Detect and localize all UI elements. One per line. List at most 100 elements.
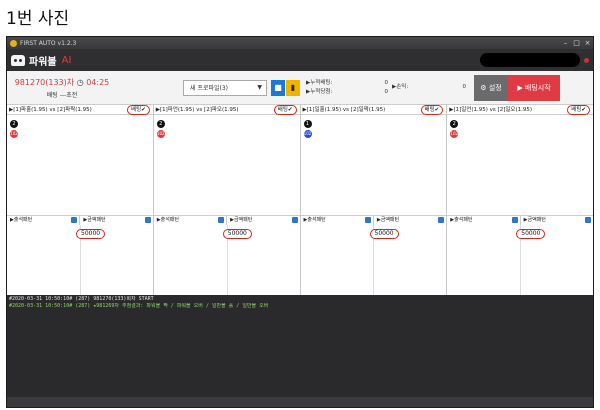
robot-icon	[11, 54, 25, 66]
edit-icon[interactable]	[585, 217, 591, 223]
marker-number: 1	[303, 120, 312, 128]
edit-icon[interactable]	[71, 217, 78, 223]
bet-button[interactable]: 배팅✔	[567, 105, 590, 115]
amount-value[interactable]: 50000	[369, 229, 399, 239]
marker-number: 2	[10, 120, 18, 128]
clock-icon: ◷	[76, 77, 84, 87]
amount-value[interactable]: 50000	[76, 229, 106, 239]
app-window: FIRST AUTO v1.2.3 – □ × 파워볼 AI 981270(13…	[6, 36, 594, 408]
amount-value[interactable]: 50000	[516, 229, 546, 239]
log-line: #2020-03-31 10:50:10# (287) 981270(133)회…	[9, 296, 154, 302]
delete-button[interactable]: ▮	[286, 79, 300, 96]
marker-result: 102	[303, 130, 312, 138]
tab-attendance-pattern[interactable]: ▶출석패턴	[154, 216, 226, 225]
bet-countdown: 배팅 ---초전	[46, 91, 78, 99]
pattern-area: ▶출석패턴 ▶금액패턴 50000	[7, 215, 153, 295]
panel-header: ▶[1]파홀(1.95) vs [2]파짝(1.95) 배팅✔	[7, 105, 153, 115]
round-number: 981270(133)차	[14, 77, 75, 87]
bet-button[interactable]: 배팅✔	[273, 105, 297, 115]
result-markers: 2 102	[156, 120, 165, 138]
log-console[interactable]: #2020-03-31 10:50:10# (287) 981270(133)회…	[7, 295, 593, 397]
tab-amount-pattern[interactable]: ▶금액패턴	[519, 216, 593, 225]
edit-icon[interactable]	[218, 217, 225, 223]
result-markers: 2 102	[450, 120, 459, 138]
panel-header: ▶[1]파언(1.95) vs [2]파오(1.95) 배팅✔	[153, 105, 300, 115]
app-header: 파워볼 AI	[7, 49, 593, 71]
ai-label: AI	[61, 54, 72, 66]
edit-icon[interactable]	[511, 217, 518, 223]
app-name: 파워볼	[29, 56, 57, 68]
app-logo-icon	[10, 39, 17, 47]
result-markers: 1 102	[303, 120, 312, 138]
bet-button[interactable]: 배팅✔	[420, 105, 444, 115]
cumulative-stats: ▶누적배팅: 0 ▶누적당첨: 0	[306, 79, 388, 97]
redacted-area	[480, 53, 580, 67]
tab-amount-pattern[interactable]: ▶금액패턴	[372, 216, 446, 225]
tab-attendance-pattern[interactable]: ▶출석패턴	[7, 216, 79, 225]
save-button[interactable]: ■	[271, 79, 285, 96]
panel-title: ▶[1]파언(1.95) vs [2]파오(1.95)	[155, 107, 239, 113]
panel-header: ▶[1]일홀(1.95) vs [2]일짝(1.95) 배팅✔	[300, 105, 447, 115]
stat-row: ▶누적당첨: 0	[306, 88, 388, 97]
stat-row: ▶누적배팅: 0	[306, 79, 388, 88]
marker-result: 102	[10, 130, 18, 138]
result-markers: 2 102	[10, 120, 18, 138]
stat-row: ▶손익: 0	[392, 83, 466, 92]
panel-title: ▶[1]파홀(1.95) vs [2]파짝(1.95)	[9, 107, 92, 113]
gear-icon: ⚙	[480, 83, 489, 92]
pattern-area: ▶출석패턴 ▶금액패턴 50000	[153, 215, 300, 295]
panel-title: ▶[1]일언(1.95) vs [2]일오(1.95)	[449, 107, 532, 113]
start-label: 배팅시작	[524, 83, 551, 92]
maximize-button[interactable]: □	[571, 39, 582, 48]
window-controls: – □ ×	[560, 39, 593, 48]
tab-attendance-pattern[interactable]: ▶출석패턴	[301, 216, 373, 225]
stat-label: ▶손익:	[392, 84, 409, 90]
start-betting-button[interactable]: ▶ 배팅시작	[508, 74, 560, 101]
bet-label: 배팅	[277, 107, 288, 113]
edit-icon[interactable]	[144, 217, 151, 223]
chevron-down-icon: ▼	[257, 84, 262, 91]
marker-result: 102	[156, 130, 165, 138]
pattern-area: ▶출석패턴 ▶금액패턴 50000	[447, 215, 593, 295]
screenshot-caption: 1번 사진	[6, 9, 70, 29]
window-title: FIRST AUTO v1.2.3	[20, 39, 77, 47]
close-button[interactable]: ×	[582, 39, 593, 48]
bet-label: 배팅	[131, 107, 142, 113]
profile-select-value: 새 프로파일(3)	[190, 85, 229, 92]
marker-result: 102	[450, 130, 459, 138]
bet-panel: ▶[1]일홀(1.95) vs [2]일짝(1.95) 배팅✔ 1 102 ▶출…	[300, 105, 448, 295]
settings-dot-icon[interactable]	[584, 57, 589, 63]
profile-select[interactable]: 새 프로파일(3) ▼	[183, 79, 267, 96]
settings-label: 설정	[488, 83, 502, 92]
control-bar: 981270(133)차 ◷ 04:25 배팅 ---초전 새 프로파일(3) …	[7, 71, 593, 105]
stat-label: ▶누적배팅:	[306, 79, 333, 86]
profit-stats: ▶손익: 0	[392, 83, 466, 92]
edit-icon[interactable]	[291, 217, 298, 223]
stat-value: 0	[462, 84, 467, 90]
tab-amount-pattern[interactable]: ▶금액패턴	[226, 216, 299, 225]
title-bar: FIRST AUTO v1.2.3 – □ ×	[7, 37, 593, 49]
stat-value: 0	[384, 79, 389, 86]
bet-label: 배팅	[424, 107, 435, 113]
bet-panel: ▶[1]파언(1.95) vs [2]파오(1.95) 배팅✔ 2 102 ▶출…	[153, 105, 301, 295]
stat-value: 0	[384, 88, 389, 95]
edit-icon[interactable]	[364, 217, 371, 223]
panel-title: ▶[1]일홀(1.95) vs [2]일짝(1.95)	[302, 107, 386, 113]
tab-amount-pattern[interactable]: ▶금액패턴	[79, 216, 152, 225]
bet-panels: ▶[1]파홀(1.95) vs [2]파짝(1.95) 배팅✔ 2 102 ▶출…	[7, 105, 593, 295]
minimize-button[interactable]: –	[560, 39, 571, 48]
stat-label: ▶누적당첨:	[306, 88, 333, 95]
settings-button[interactable]: ⚙ 설정	[474, 74, 508, 101]
log-line: #2020-03-31 10:50:10# (287) ★981269차 추첨결…	[9, 303, 269, 309]
marker-number: 2	[156, 120, 165, 128]
bet-button[interactable]: 배팅✔	[127, 105, 150, 115]
play-icon: ▶	[517, 83, 525, 92]
edit-icon[interactable]	[438, 217, 445, 223]
trash-icon: ▮	[290, 82, 296, 92]
bet-label: 배팅	[571, 107, 582, 113]
marker-number: 2	[450, 120, 459, 128]
tab-attendance-pattern[interactable]: ▶출석패턴	[447, 216, 519, 225]
round-info: 981270(133)차 ◷ 04:25 배팅 ---초전	[7, 77, 117, 99]
amount-value[interactable]: 50000	[222, 229, 252, 239]
bet-panel: ▶[1]파홀(1.95) vs [2]파짝(1.95) 배팅✔ 2 102 ▶출…	[7, 105, 154, 295]
